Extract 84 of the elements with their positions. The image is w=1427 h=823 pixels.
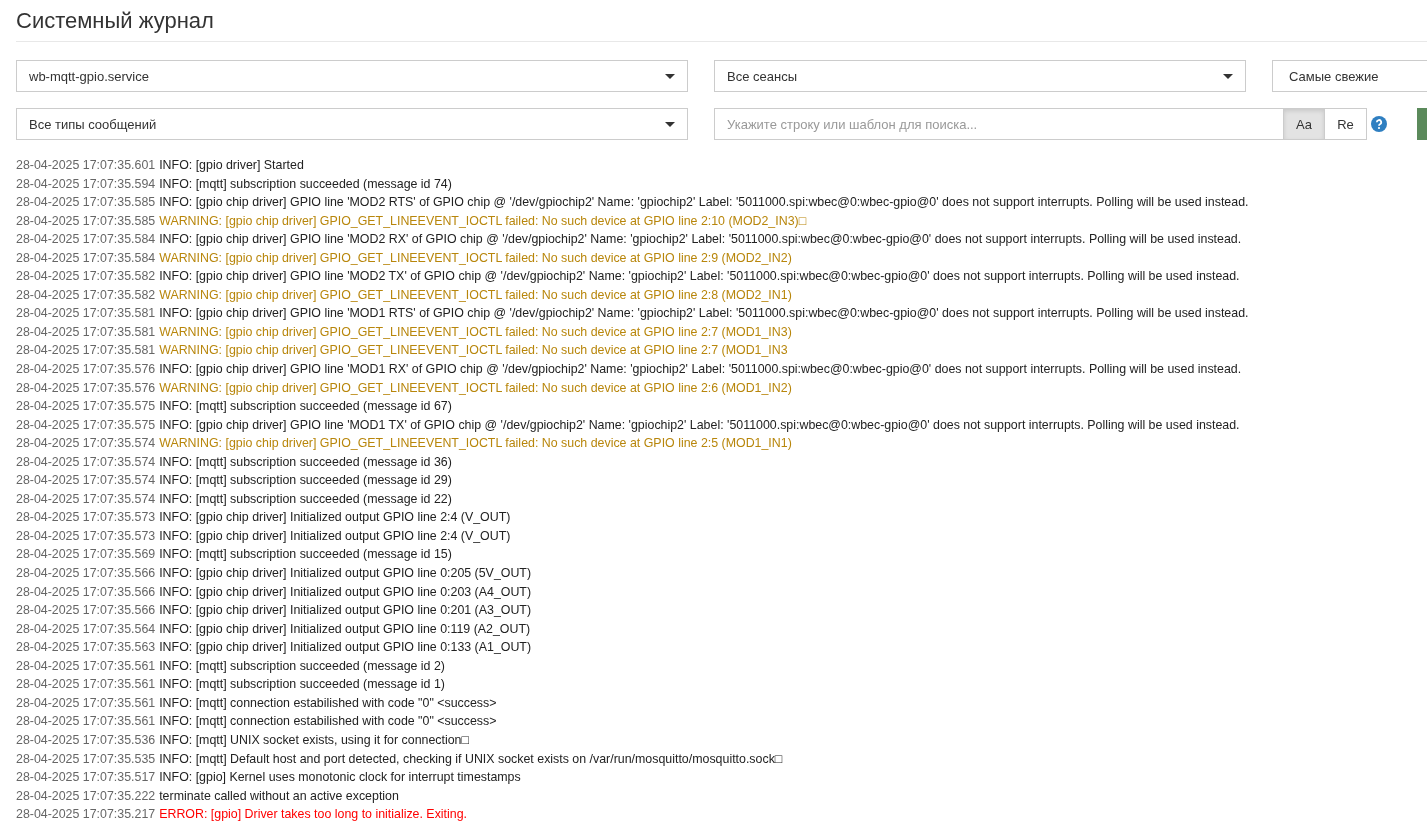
log-message: WARNING: [gpio chip driver] GPIO_GET_LINEEVENT_IOCTL failed: No such device at GPIO line 2:6 (MOD1_IN2) <box>159 379 792 397</box>
log-timestamp: 28-04-2025 17:07:35.535 <box>16 750 156 768</box>
search-field[interactable]: Укажите строку или шаблон для поиска... <box>714 108 1283 140</box>
log-message: INFO: [gpio chip driver] Initialized output GPIO line 0:201 (A3_OUT) <box>159 602 532 620</box>
log-timestamp: 28-04-2025 17:07:35.566 <box>16 583 156 601</box>
log-message: WARNING: [gpio chip driver] GPIO_GET_LINEEVENT_IOCTL failed: No such device at GPIO line 2:8 (MOD2_IN1) <box>159 286 792 304</box>
log-message: INFO: [gpio chip driver] GPIO line 'MOD1 TX' of GPIO chip @ '/dev/gpiochip2' Name: 'gpiochip2' Label: '5011000.spi:wbec@0:wbec-gpio@0' does not support interrupts. Polling will be used instead. <box>159 416 1240 434</box>
log-timestamp: 28-04-2025 17:07:35.561 <box>16 676 156 694</box>
log-message: INFO: [gpio chip driver] Initialized output GPIO line 0:205 (5V_OUT) <box>159 565 532 583</box>
log-timestamp: 28-04-2025 17:07:35.585 <box>16 212 156 230</box>
log-timestamp: 28-04-2025 17:07:35.217 <box>16 806 156 823</box>
page-title: Системный журнал <box>16 7 215 35</box>
log-message: INFO: [gpio chip driver] GPIO line 'MOD2 TX' of GPIO chip @ '/dev/gpiochip2' Name: 'gpiochip2' Label: '5011000.spi:wbec@0:wbec-gpio@0' does not support interrupts. Polling will be used instead. <box>159 268 1240 286</box>
log-timestamp: 28-04-2025 17:07:35.582 <box>16 286 156 304</box>
log-message: INFO: [gpio chip driver] Initialized output GPIO line 0:203 (A4_OUT) <box>159 583 532 601</box>
log-timestamp: 28-04-2025 17:07:35.581 <box>16 342 156 360</box>
sort-select[interactable]: Самые свежие <box>1272 60 1427 92</box>
message-type-select[interactable]: Все типы сообщений <box>16 108 688 140</box>
log-message: INFO: [gpio chip driver] GPIO line 'MOD1 RX' of GPIO chip @ '/dev/gpiochip2' Name: 'gpiochip2' Label: '5011000.spi:wbec@0:wbec-gpio@0' does not support interrupts. Polling will be used instead. <box>159 361 1242 378</box>
caret-icon <box>1223 73 1233 79</box>
log-timestamp: 28-04-2025 17:07:35.569 <box>16 546 156 564</box>
log-message: INFO: [mqtt] subscription succeeded (message id 67) <box>159 398 452 416</box>
log-message: INFO: [mqtt] subscription succeeded (message id 29) <box>159 472 452 490</box>
log-timestamp: 28-04-2025 17:07:35.222 <box>16 787 156 805</box>
log-message: INFO: [gpio chip driver] Initialized output GPIO line 0:133 (A1_OUT) <box>159 639 532 657</box>
log-message: INFO: [gpio driver] Started <box>159 157 304 174</box>
log-timestamp: 28-04-2025 17:07:35.594 <box>16 175 156 193</box>
log-message: INFO: [mqtt] Default host and port detected, checking if UNIX socket exists on /var/run/mosquitto/mosquitto.sock□ <box>159 750 783 768</box>
log-message: WARNING: [gpio chip driver] GPIO_GET_LINEEVENT_IOCTL failed: No such device at GPIO line 2:7 (MOD1_IN3 <box>159 342 788 360</box>
log-message: INFO: [gpio] Kernel uses monotonic clock for interrupt timestamps <box>159 769 521 787</box>
log-message: INFO: [gpio chip driver] Initialized output GPIO line 2:4 (V_OUT) <box>159 527 511 545</box>
log-message: INFO: [mqtt] subscription succeeded (message id 15) <box>159 546 452 564</box>
log-message: INFO: [mqtt] UNIX socket exists, using it for connection□ <box>159 731 469 749</box>
log-message: INFO: [mqtt] connection estabilished with code "0" <success> <box>159 694 497 712</box>
log-timestamp: 28-04-2025 17:07:35.574 <box>16 435 156 453</box>
log-message: INFO: [gpio chip driver] Initialized output GPIO line 2:4 (V_OUT) <box>159 509 511 527</box>
help-icon[interactable] <box>1371 116 1387 132</box>
log-timestamp: 28-04-2025 17:07:35.584 <box>16 231 156 249</box>
caret-icon <box>665 73 675 79</box>
log-message: INFO: [mqtt] subscription succeeded (message id 1) <box>159 676 445 694</box>
log-timestamp: 28-04-2025 17:07:35.561 <box>16 694 156 712</box>
search-mode-toggle[interactable]: Aa <box>1283 108 1325 140</box>
log-timestamp: 28-04-2025 17:07:35.564 <box>16 620 156 638</box>
log-message: WARNING: [gpio chip driver] GPIO_GET_LINEEVENT_IOCTL failed: No such device at GPIO line 2:9 (MOD2_IN2) <box>159 249 792 267</box>
log-message: INFO: [gpio chip driver] GPIO line 'MOD2 RX' of GPIO chip @ '/dev/gpiochip2' Name: 'gpiochip2' Label: '5011000.spi:wbec@0:wbec-gpio@0' does not support interrupts. Polling will be used instead. <box>159 231 1242 249</box>
log-message: INFO: [mqtt] subscription succeeded (message id 2) <box>159 657 445 675</box>
log-timestamp: 28-04-2025 17:07:35.575 <box>16 416 156 434</box>
log-message: INFO: [mqtt] subscription succeeded (message id 36) <box>159 453 452 471</box>
log-timestamp: 28-04-2025 17:07:35.584 <box>16 249 156 267</box>
log-timestamp: 28-04-2025 17:07:35.576 <box>16 361 156 378</box>
log-timestamp: 28-04-2025 17:07:35.575 <box>16 398 156 416</box>
log-timestamp: 28-04-2025 17:07:35.581 <box>16 323 156 341</box>
log-message: terminate called without an active exception <box>159 787 399 805</box>
log-message: INFO: [gpio chip driver] GPIO line 'MOD2 RTS' of GPIO chip @ '/dev/gpiochip2' Name: 'gpiochip2' Label: '5011000.spi:wbec@0:wbec-gpio@0' does not support interrupts. Polling will be used instead. <box>159 194 1249 212</box>
log-timestamp: 28-04-2025 17:07:35.582 <box>16 268 156 286</box>
log-message: INFO: [gpio chip driver] Initialized output GPIO line 0:119 (A2_OUT) <box>159 620 531 638</box>
log-timestamp: 28-04-2025 17:07:35.585 <box>16 194 156 212</box>
service-select[interactable]: wb-mqtt-gpio.service <box>16 60 688 92</box>
log-timestamp: 28-04-2025 17:07:35.574 <box>16 453 156 471</box>
log-message: INFO: [mqtt] subscription succeeded (message id 74) <box>159 175 452 193</box>
log-timestamp: 28-04-2025 17:07:35.576 <box>16 379 156 397</box>
log-timestamp: 28-04-2025 17:07:35.566 <box>16 602 156 620</box>
log-timestamp: 28-04-2025 17:07:35.536 <box>16 731 156 749</box>
log-message: WARNING: [gpio chip driver] GPIO_GET_LINEEVENT_IOCTL failed: No such device at GPIO line 2:5 (MOD1_IN1) <box>159 435 792 453</box>
log-timestamp: 28-04-2025 17:07:35.517 <box>16 769 156 787</box>
log-timestamp: 28-04-2025 17:07:35.574 <box>16 490 156 508</box>
log-message: ERROR: [gpio] Driver takes too long to initialize. Exiting. <box>159 806 467 823</box>
log-timestamp: 28-04-2025 17:07:35.561 <box>16 713 156 731</box>
log-timestamp: 28-04-2025 17:07:35.566 <box>16 565 156 583</box>
log-timestamp: 28-04-2025 17:07:35.581 <box>16 305 156 323</box>
log-message: INFO: [gpio chip driver] GPIO line 'MOD1 RTS' of GPIO chip @ '/dev/gpiochip2' Name: 'gpiochip2' Label: '5011000.spi:wbec@0:wbec-gpio@0' does not support interrupts. Polling will be used instead. <box>159 305 1249 323</box>
log-timestamp: 28-04-2025 17:07:35.561 <box>16 657 156 675</box>
log-message: WARNING: [gpio chip driver] GPIO_GET_LINEEVENT_IOCTL failed: No such device at GPIO line 2:7 (MOD1_IN3) <box>159 323 792 341</box>
log-message: INFO: [mqtt] connection estabilished with code "0" <success> <box>159 713 497 731</box>
search-mode-toggle[interactable]: Re <box>1325 108 1367 140</box>
caret-icon <box>665 121 675 127</box>
log-timestamp: 28-04-2025 17:07:35.573 <box>16 509 156 527</box>
log-timestamp: 28-04-2025 17:07:35.563 <box>16 639 156 657</box>
log-timestamp: 28-04-2025 17:07:35.574 <box>16 472 156 490</box>
log-timestamp: 28-04-2025 17:07:35.601 <box>16 157 156 174</box>
sessions-select[interactable]: Все сеансы <box>714 60 1246 92</box>
log-timestamp: 28-04-2025 17:07:35.573 <box>16 527 156 545</box>
log-message: WARNING: [gpio chip driver] GPIO_GET_LINEEVENT_IOCTL failed: No such device at GPIO line 2:10 (MOD2_IN3)□ <box>159 212 807 230</box>
log-message: INFO: [mqtt] subscription succeeded (message id 22) <box>159 490 452 508</box>
